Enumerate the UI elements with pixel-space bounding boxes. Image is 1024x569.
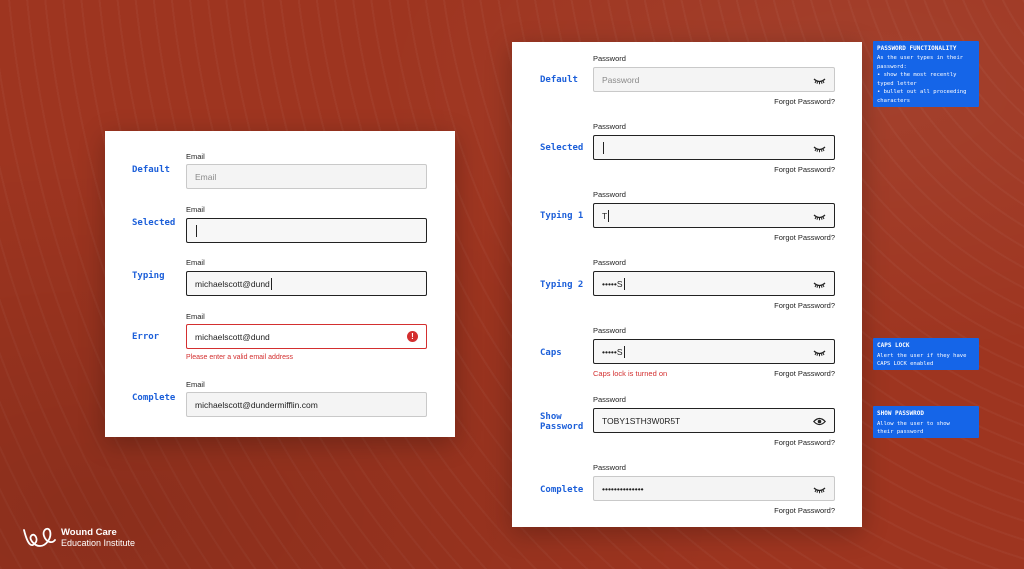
field-label: Email [186,205,205,214]
state-label: Show Password [540,412,583,432]
forgot-password-link[interactable]: Forgot Password? [774,369,835,378]
field-label: Password [593,190,626,199]
password-value: T [602,210,608,221]
state-label: Error [132,332,160,342]
text-caret [270,277,272,290]
password-field-caps[interactable]: •••••S [593,339,835,364]
text-caret [603,141,604,154]
text-caret [196,224,197,237]
note-caps-lock: CAPS LOCK Alert the user if they have CA… [873,338,979,370]
state-label: Selected [540,143,584,153]
text-caret [623,345,625,358]
note-body: Allow the user to show their password [877,421,950,435]
eye-closed-icon[interactable] [813,348,826,357]
field-label: Password [593,326,626,335]
state-label: Typing [132,271,165,281]
state-label: Complete [132,393,176,403]
logo-line-2: Education Institute [61,538,136,548]
caps-lock-message: Caps lock is turned on [593,369,668,378]
forgot-password-link[interactable]: Forgot Password? [774,233,835,242]
email-states-card: Default Email Email Selected Email Typin… [105,131,455,437]
password-field-typing-2[interactable]: •••••S [593,271,835,296]
password-placeholder: Password [602,74,640,85]
password-field-selected[interactable] [593,135,835,160]
field-label: Password [593,122,626,131]
field-label: Password [593,258,626,267]
email-field-default[interactable]: Email [186,164,427,189]
logo: Wound Care Education Institute [22,526,135,550]
email-field-complete[interactable]: michaelscott@dundermifflin.com [186,392,427,417]
logo-line-1: Wound Care [61,527,117,538]
password-value: •••••S [602,278,623,289]
eye-closed-icon[interactable] [813,76,826,85]
field-label: Password [593,463,626,472]
text-caret [608,209,610,222]
password-field-shown[interactable]: TOBY1STH3W0R5T [593,408,835,433]
forgot-password-link[interactable]: Forgot Password? [774,301,835,310]
state-label: Default [540,75,578,85]
email-placeholder: Email [195,171,217,182]
wound-care-logo-icon [23,527,56,547]
password-field-typing-1[interactable]: T [593,203,835,228]
state-label: Selected [132,218,176,228]
state-label: Typing 2 [540,280,584,290]
state-label: Typing 1 [540,211,584,221]
note-show-password: SHOW PASSWROD Allow the user to show the… [873,406,979,438]
text-caret [623,277,625,290]
forgot-password-link[interactable]: Forgot Password? [774,506,835,515]
state-label-line-2: Password [540,422,584,432]
eye-closed-icon[interactable] [813,212,826,221]
password-value: •••••S [602,346,623,357]
eye-closed-icon[interactable] [813,144,826,153]
forgot-password-link[interactable]: Forgot Password? [774,97,835,106]
email-field-selected[interactable] [186,218,427,243]
field-label: Email [186,380,205,389]
field-label: Email [186,152,205,161]
password-value: •••••••••••••• [602,483,644,494]
note-title: SHOW PASSWROD [877,410,924,417]
eye-open-icon[interactable] [813,417,826,426]
email-value: michaelscott@dundermifflin.com [195,399,318,410]
note-title: CAPS LOCK [877,342,910,349]
email-field-typing[interactable]: michaelscott@dund [186,271,427,296]
logo-text: Wound Care Education Institute [61,527,135,549]
password-states-card: Default Password Password Forgot Passwor… [512,42,862,527]
note-title: PASSWORD FUNCTIONALITY [877,45,957,52]
field-label: Password [593,54,626,63]
forgot-password-link[interactable]: Forgot Password? [774,165,835,174]
note-body: Alert the user if they have CAPS LOCK en… [877,353,967,367]
email-value: michaelscott@dund [195,278,270,289]
note-password-functionality: PASSWORD FUNCTIONALITY As the user types… [873,41,979,107]
forgot-password-link[interactable]: Forgot Password? [774,438,835,447]
password-field-complete[interactable]: •••••••••••••• [593,476,835,501]
email-value: michaelscott@dund [195,331,270,342]
email-field-error[interactable]: michaelscott@dund ! [186,324,427,349]
password-value: TOBY1STH3W0R5T [602,415,681,426]
state-label: Default [132,165,170,175]
eye-closed-icon[interactable] [813,280,826,289]
state-label-line-1: Show [540,412,562,422]
note-body: As the user types in their password: • s… [877,55,967,104]
eye-closed-icon[interactable] [813,485,826,494]
password-field-default[interactable]: Password [593,67,835,92]
field-label: Email [186,312,205,321]
state-label: Caps [540,348,562,358]
state-label: Complete [540,485,584,495]
field-label: Password [593,395,626,404]
field-label: Email [186,258,205,267]
error-message: Please enter a valid email address [186,354,294,361]
error-icon: ! [407,331,418,342]
